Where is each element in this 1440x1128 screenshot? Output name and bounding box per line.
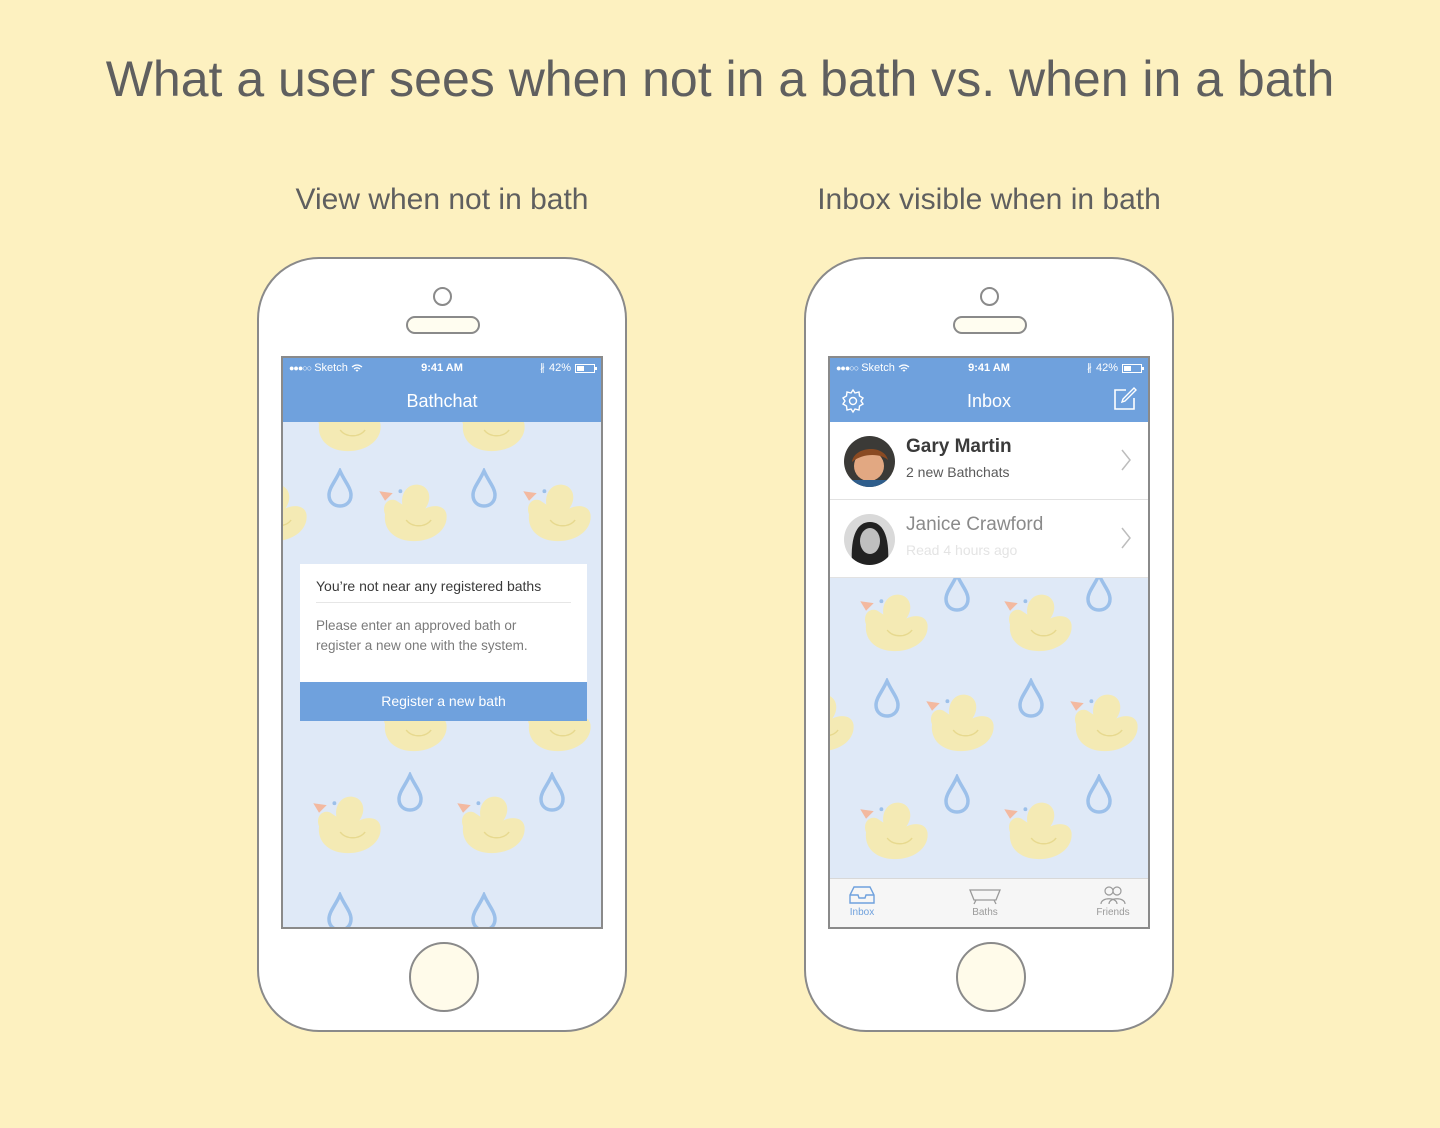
screen-inbox: ●●●○○ Sketch 9:41 AM ∦ 42% Inbox Gary Ma…: [828, 356, 1150, 929]
tab-label: Inbox: [849, 907, 875, 918]
screen-not-in-bath: ●●●○○ Sketch 9:41 AM ∦ 42% Bathchat You’…: [281, 356, 603, 929]
status-bar: ●●●○○ Sketch 9:41 AM ∦ 42%: [283, 358, 601, 380]
earpiece-speaker: [953, 316, 1027, 334]
phone-in-bath: ●●●○○ Sketch 9:41 AM ∦ 42% Inbox Gary Ma…: [804, 257, 1174, 1032]
nav-title: Inbox: [966, 391, 1012, 411]
card-body-line-2: register a new one with the system.: [316, 638, 528, 653]
nav-title: Bathchat: [406, 391, 478, 411]
friends-icon: [1100, 886, 1126, 905]
bluetooth-icon: ∦: [1086, 362, 1092, 374]
card-heading: You’re not near any registered baths: [316, 578, 571, 603]
bathtub-icon: [969, 889, 1001, 905]
battery-percent: 42%: [548, 362, 571, 374]
navigation-bar: Inbox: [830, 380, 1148, 422]
tab-label: Friends: [1096, 907, 1130, 918]
contact-name: Janice Crawford: [906, 514, 1044, 535]
front-camera: [433, 287, 452, 306]
card-body: Please enter an approved bath or registe…: [316, 616, 571, 656]
bluetooth-icon: ∦: [539, 362, 545, 374]
phone-not-in-bath: ●●●○○ Sketch 9:41 AM ∦ 42% Bathchat You’…: [257, 257, 627, 1032]
page-title: What a user sees when not in a bath vs. …: [105, 51, 1335, 107]
battery-icon: [1122, 363, 1144, 373]
conversation-row-gary-martin[interactable]: Gary Martin 2 new Bathchats: [830, 422, 1148, 500]
front-camera: [980, 287, 999, 306]
battery-percent: 42%: [1095, 362, 1118, 374]
earpiece-speaker: [406, 316, 480, 334]
home-button[interactable]: [409, 942, 479, 1012]
card-body-line-1: Please enter an approved bath or: [316, 618, 517, 633]
conversation-detail: 2 new Bathchats: [906, 464, 1010, 480]
contact-name: Gary Martin: [906, 436, 1012, 457]
chevron-right-icon: [1121, 527, 1131, 549]
chevron-right-icon: [1121, 449, 1131, 471]
tab-baths[interactable]: Baths: [950, 885, 1020, 918]
tab-friends[interactable]: Friends: [1078, 885, 1148, 918]
tab-inbox[interactable]: Inbox: [830, 885, 897, 918]
navigation-bar: Bathchat: [283, 380, 601, 422]
tab-bar: Inbox Baths Friends: [830, 878, 1148, 927]
not-near-bath-card: You’re not near any registered baths Ple…: [300, 564, 587, 721]
battery-icon: [575, 363, 597, 373]
conversation-row-janice-crawford[interactable]: Janice Crawford Read 4 hours ago: [830, 500, 1148, 578]
left-caption: View when not in bath: [295, 183, 589, 216]
home-button[interactable]: [956, 942, 1026, 1012]
avatar: [844, 514, 895, 565]
right-caption: Inbox visible when in bath: [817, 183, 1161, 216]
status-bar: ●●●○○ Sketch 9:41 AM ∦ 42%: [830, 358, 1148, 380]
tab-label: Baths: [972, 907, 998, 918]
battery-fill: [1124, 365, 1131, 371]
battery-fill: [577, 365, 584, 371]
duck-pattern-background: [830, 578, 1139, 860]
inbox-icon: [849, 886, 875, 904]
avatar: [844, 436, 895, 487]
compose-icon[interactable]: [1112, 386, 1138, 417]
register-new-bath-button[interactable]: Register a new bath: [300, 682, 587, 721]
conversation-detail: Read 4 hours ago: [906, 542, 1018, 558]
